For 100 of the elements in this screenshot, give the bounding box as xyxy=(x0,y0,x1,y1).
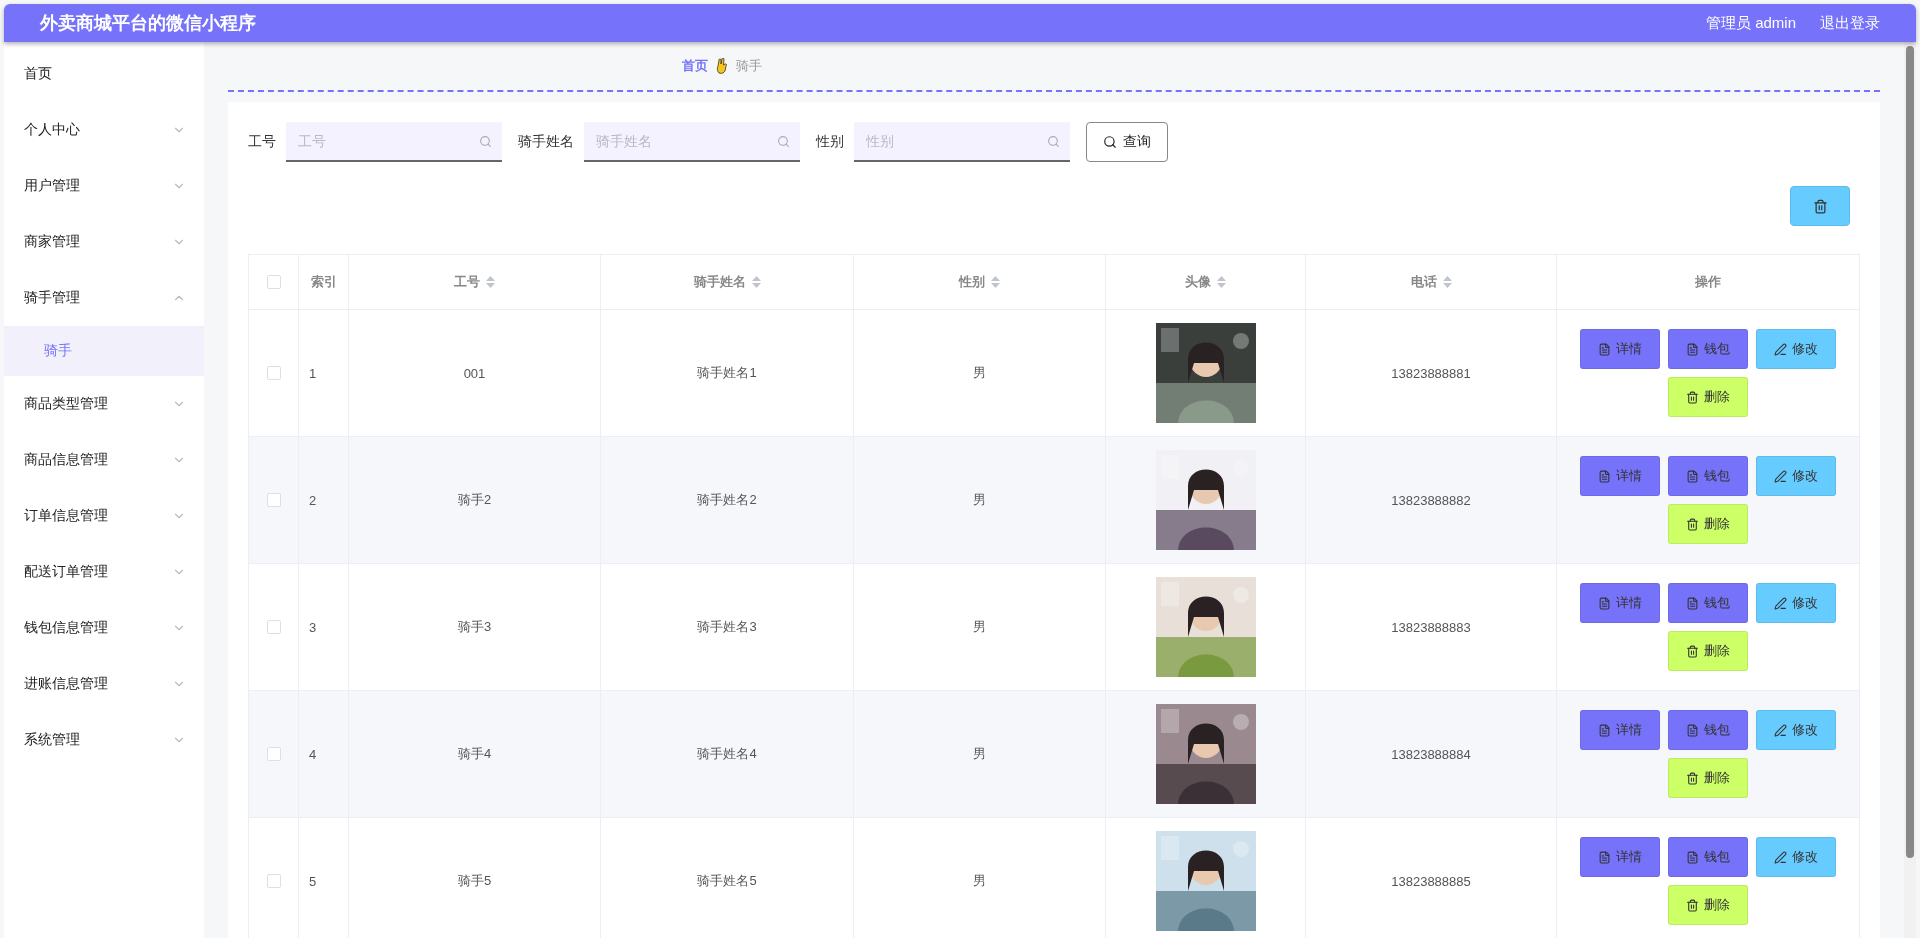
trash-icon xyxy=(1812,198,1828,214)
table-cell: 男 xyxy=(973,872,986,890)
sidebar-item[interactable]: 用户管理 xyxy=(4,158,204,214)
document-icon xyxy=(1598,342,1611,356)
user-label: 管理员 admin xyxy=(1705,13,1796,33)
edit-button[interactable]: 修改 xyxy=(1756,456,1836,496)
wallet-button[interactable]: 钱包 xyxy=(1668,837,1748,877)
field-label: 工号 xyxy=(248,133,276,151)
document-icon xyxy=(1686,723,1699,737)
table-cell: 13823888881 xyxy=(1391,365,1471,381)
trash-icon xyxy=(1686,390,1699,404)
edit-button[interactable]: 修改 xyxy=(1756,710,1836,750)
sort-icon[interactable] xyxy=(751,276,761,288)
document-icon xyxy=(1686,596,1699,610)
column-header: 工号 xyxy=(454,273,480,291)
column-header: 操作 xyxy=(1695,273,1721,291)
sidebar-item[interactable]: 商品类型管理 xyxy=(4,376,204,432)
table-cell: 骑手姓名5 xyxy=(697,872,757,890)
delete-button[interactable]: 删除 xyxy=(1668,758,1748,798)
search-icon xyxy=(777,135,790,148)
search-icon xyxy=(1047,135,1060,148)
edit-button[interactable]: 修改 xyxy=(1756,583,1836,623)
detail-button[interactable]: 详情 xyxy=(1580,710,1660,750)
edit-button[interactable]: 修改 xyxy=(1756,329,1836,369)
table-cell: 骑手3 xyxy=(457,618,492,636)
table-cell: 骑手姓名3 xyxy=(697,618,757,636)
table-cell: 2 xyxy=(309,492,317,508)
wallet-button[interactable]: 钱包 xyxy=(1668,710,1748,750)
document-icon xyxy=(1598,469,1611,483)
table-cell: 13823888883 xyxy=(1391,619,1471,635)
sort-icon[interactable] xyxy=(1217,276,1226,288)
sidebar-item[interactable]: 进账信息管理 xyxy=(4,656,204,712)
detail-button[interactable]: 详情 xyxy=(1580,329,1660,369)
pen-icon xyxy=(1774,469,1787,483)
sidebar-item[interactable]: 首页 xyxy=(4,46,204,102)
sidebar-item[interactable]: 钱包信息管理 xyxy=(4,600,204,656)
wallet-button[interactable]: 钱包 xyxy=(1668,329,1748,369)
sidebar-item[interactable]: 骑手管理 xyxy=(4,270,204,326)
app-title: 外卖商城平台的微信小程序 xyxy=(40,12,257,35)
checkbox[interactable] xyxy=(266,366,281,380)
table-cell: 13823888882 xyxy=(1391,492,1471,508)
table-cell: 13823888884 xyxy=(1391,746,1471,762)
breadcrumb-item[interactable]: 首页 xyxy=(682,57,708,75)
scrollbar-thumb[interactable] xyxy=(1906,46,1914,858)
table-cell: 骑手姓名4 xyxy=(697,745,757,763)
checkbox[interactable] xyxy=(266,275,281,289)
checkbox[interactable] xyxy=(266,747,281,761)
table-cell: 男 xyxy=(973,745,986,763)
column-header: 性别 xyxy=(959,273,985,291)
table-cell: 3 xyxy=(309,619,317,635)
table-cell: 骑手2 xyxy=(457,491,492,509)
query-button[interactable]: 查询 xyxy=(1086,122,1168,162)
trash-icon xyxy=(1686,644,1699,658)
table-cell: 001 xyxy=(463,365,486,381)
delete-button[interactable]: 删除 xyxy=(1668,885,1748,925)
trash-icon xyxy=(1686,517,1699,531)
sort-icon[interactable] xyxy=(486,276,495,288)
search-field[interactable]: 骑手姓名 xyxy=(584,122,800,162)
delete-button[interactable]: 删除 xyxy=(1668,631,1748,671)
sidebar-item[interactable]: 订单信息管理 xyxy=(4,488,204,544)
detail-button[interactable]: 详情 xyxy=(1580,456,1660,496)
detail-button[interactable]: 详情 xyxy=(1580,583,1660,623)
checkbox[interactable] xyxy=(266,493,281,507)
edit-button[interactable]: 修改 xyxy=(1756,837,1836,877)
search-icon xyxy=(479,135,492,148)
sort-icon[interactable] xyxy=(991,276,1000,288)
delete-button[interactable] xyxy=(1790,186,1850,226)
table-cell: 骑手姓名1 xyxy=(697,364,757,382)
table-cell: 男 xyxy=(973,364,986,382)
trash-icon xyxy=(1686,898,1699,912)
trash-icon xyxy=(1686,771,1699,785)
delete-button[interactable]: 删除 xyxy=(1668,504,1748,544)
wallet-button[interactable]: 钱包 xyxy=(1668,583,1748,623)
document-icon xyxy=(1598,850,1611,864)
pen-icon xyxy=(1774,342,1787,356)
sidebar-item[interactable]: 配送订单管理 xyxy=(4,544,204,600)
column-header: 头像 xyxy=(1185,273,1211,291)
table-cell: 13823888885 xyxy=(1391,873,1471,889)
logout-link[interactable]: 退出登录 xyxy=(1820,13,1880,33)
hand-icon xyxy=(716,58,728,74)
document-icon xyxy=(1686,469,1699,483)
document-icon xyxy=(1686,342,1699,356)
table-cell: 骑手5 xyxy=(457,872,492,890)
wallet-button[interactable]: 钱包 xyxy=(1668,456,1748,496)
column-header: 索引 xyxy=(310,273,337,291)
table-cell: 男 xyxy=(973,618,986,636)
table-cell: 骑手姓名2 xyxy=(697,491,757,509)
sidebar-item[interactable]: 个人中心 xyxy=(4,102,204,158)
sort-icon[interactable] xyxy=(1442,276,1452,288)
checkbox[interactable] xyxy=(266,620,281,634)
detail-button[interactable]: 详情 xyxy=(1580,837,1660,877)
sidebar-item[interactable]: 商家管理 xyxy=(4,214,204,270)
sidebar-item[interactable]: 系统管理 xyxy=(4,712,204,768)
table-cell: 5 xyxy=(309,873,317,889)
field-label: 性别 xyxy=(816,133,844,151)
column-header: 电话 xyxy=(1410,273,1437,291)
sidebar-item[interactable]: 商品信息管理 xyxy=(4,432,204,488)
checkbox[interactable] xyxy=(266,874,281,888)
delete-button[interactable]: 删除 xyxy=(1668,377,1748,417)
search-field[interactable]: 工号 xyxy=(286,122,502,162)
